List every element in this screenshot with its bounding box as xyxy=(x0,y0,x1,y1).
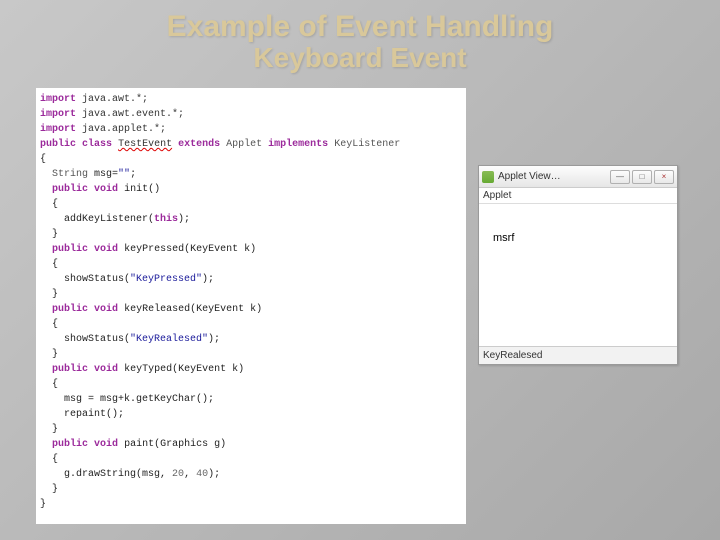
field: msg= xyxy=(88,169,118,180)
kw-extends: extends xyxy=(178,139,220,150)
closep: ); xyxy=(202,274,214,285)
kw-class: class xyxy=(82,139,112,150)
kw-this: this xyxy=(154,214,178,225)
title-line-1: Example of Event Handling xyxy=(167,10,554,43)
window-buttons: — □ × xyxy=(610,170,674,184)
code-panel: import java.awt.*; import java.awt.event… xyxy=(36,88,466,524)
num: 20 xyxy=(172,469,184,480)
num: 40 xyxy=(196,469,208,480)
string-lit: "" xyxy=(118,169,130,180)
pkg: java.awt.*; xyxy=(76,94,148,105)
method-init: init() xyxy=(118,184,160,195)
string-lit: "KeyRealesed" xyxy=(130,334,208,345)
brace: { xyxy=(52,379,58,390)
kw-import: import xyxy=(40,124,76,135)
closep: ); xyxy=(178,214,190,225)
type-keylistener: KeyListener xyxy=(334,139,400,150)
brace: } xyxy=(52,289,58,300)
class-name: TestEvent xyxy=(118,139,172,150)
brace: } xyxy=(40,499,46,510)
comma: , xyxy=(184,469,196,480)
brace: { xyxy=(40,154,46,165)
status-bar: KeyRealesed xyxy=(479,346,677,364)
brace: } xyxy=(52,424,58,435)
status-text: KeyRealesed xyxy=(483,350,542,361)
brace: } xyxy=(52,484,58,495)
stmt: g.drawString(msg, xyxy=(64,469,172,480)
java-icon xyxy=(482,171,494,183)
window-title: Applet View… xyxy=(498,171,610,182)
minimize-button[interactable]: — xyxy=(610,170,630,184)
kw-void: void xyxy=(94,184,118,195)
pkg: java.applet.*; xyxy=(76,124,166,135)
string-lit: "KeyPressed" xyxy=(130,274,202,285)
brace: { xyxy=(52,199,58,210)
kw-public: public xyxy=(52,364,88,375)
type-string: String xyxy=(52,169,88,180)
kw-public: public xyxy=(52,304,88,315)
menu-applet[interactable]: Applet xyxy=(483,190,511,201)
kw-void: void xyxy=(94,244,118,255)
brace: { xyxy=(52,454,58,465)
semi: ; xyxy=(130,169,136,180)
window-titlebar[interactable]: Applet View… — □ × xyxy=(479,166,677,188)
brace: { xyxy=(52,259,58,270)
brace: } xyxy=(52,349,58,360)
brace: } xyxy=(52,229,58,240)
kw-public: public xyxy=(52,439,88,450)
method-keytyped: keyTyped(KeyEvent k) xyxy=(118,364,244,375)
menubar: Applet xyxy=(479,188,677,204)
close-button[interactable]: × xyxy=(654,170,674,184)
title-line-2: Keyboard Event xyxy=(0,43,720,74)
method-paint: paint(Graphics g) xyxy=(118,439,226,450)
pkg: java.awt.event.*; xyxy=(76,109,184,120)
endp: ); xyxy=(208,469,220,480)
applet-viewer-window: Applet View… — □ × Applet msrf KeyReales… xyxy=(478,165,678,365)
kw-void: void xyxy=(94,364,118,375)
kw-implements: implements xyxy=(268,139,328,150)
stmt: showStatus( xyxy=(64,274,130,285)
stmt: repaint(); xyxy=(64,409,124,420)
kw-public: public xyxy=(52,184,88,195)
slide-title: Example of Event Handling Keyboard Event xyxy=(0,0,720,74)
kw-import: import xyxy=(40,109,76,120)
maximize-button[interactable]: □ xyxy=(632,170,652,184)
canvas-msg-text: msrf xyxy=(493,232,514,244)
closep: ); xyxy=(208,334,220,345)
method-keyreleased: keyReleased(KeyEvent k) xyxy=(118,304,262,315)
applet-canvas[interactable]: msrf xyxy=(479,204,677,346)
kw-void: void xyxy=(94,439,118,450)
brace: { xyxy=(52,319,58,330)
stmt: msg = msg+k.getKeyChar(); xyxy=(64,394,214,405)
kw-public: public xyxy=(52,244,88,255)
kw-void: void xyxy=(94,304,118,315)
type-applet: Applet xyxy=(226,139,262,150)
method-keypressed: keyPressed(KeyEvent k) xyxy=(118,244,256,255)
stmt: showStatus( xyxy=(64,334,130,345)
stmt: addKeyListener( xyxy=(64,214,154,225)
kw-public: public xyxy=(40,139,76,150)
kw-import: import xyxy=(40,94,76,105)
